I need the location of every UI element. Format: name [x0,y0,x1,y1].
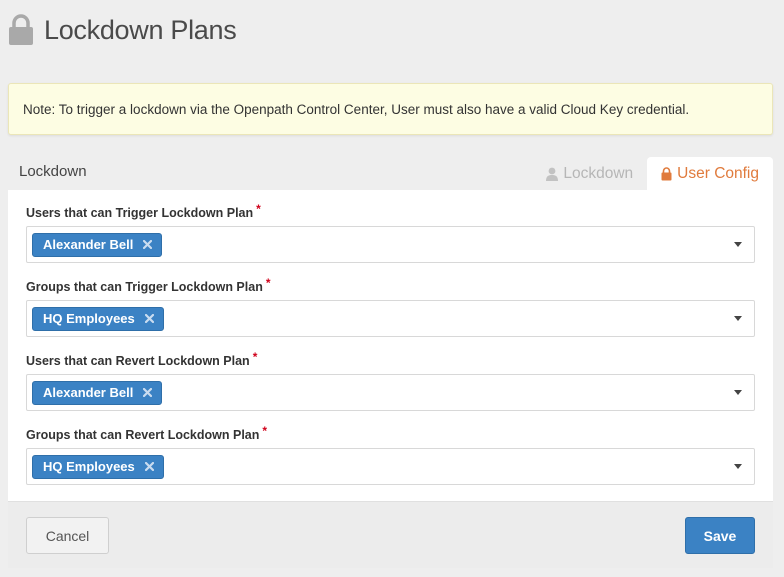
user-icon [546,167,559,181]
save-button[interactable]: Save [685,517,755,554]
users-trigger-select[interactable]: Alexander Bell [26,226,755,263]
panel-title: Lockdown [19,163,87,180]
dropdown-caret-icon[interactable] [734,316,742,321]
config-card: Users that can Trigger Lockdown Plan * Al… [8,190,773,501]
required-marker: * [252,350,258,364]
dropdown-caret-icon[interactable] [734,464,742,469]
cancel-button[interactable]: Cancel [26,517,109,554]
chip-label: HQ Employees [43,311,135,326]
page-header: Lockdown Plans [8,12,237,48]
tab-user-config-label: User Config [677,164,759,182]
field-users-revert: Users that can Revert Lockdown Plan * Ale… [26,350,755,411]
field-label: Groups that can Revert Lockdown Plan * [26,424,268,442]
groups-revert-select[interactable]: HQ Employees [26,448,755,485]
remove-icon[interactable] [144,462,154,471]
field-users-trigger: Users that can Trigger Lockdown Plan * Al… [26,202,755,263]
remove-icon[interactable] [143,388,153,397]
chip-label: HQ Employees [43,459,135,474]
dropdown-caret-icon[interactable] [734,242,742,247]
dropdown-caret-icon[interactable] [734,390,742,395]
selected-chip: HQ Employees [32,306,164,331]
selected-chip: Alexander Bell [32,232,163,257]
field-label: Users that can Revert Lockdown Plan * [26,350,258,368]
lock-icon [9,14,33,45]
required-marker: * [256,202,261,216]
required-marker: * [262,424,268,438]
form-footer: Cancel Save [8,501,773,568]
lock-icon [661,166,672,180]
remove-icon[interactable] [143,240,153,249]
tab-user-config[interactable]: User Config [647,157,773,190]
field-label: Groups that can Trigger Lockdown Plan * [26,276,271,294]
tab-bar: Lockdown User Config [532,157,773,190]
users-revert-select[interactable]: Alexander Bell [26,374,755,411]
field-label: Users that can Trigger Lockdown Plan * [26,202,261,220]
field-groups-trigger: Groups that can Trigger Lockdown Plan * H… [26,276,755,337]
chip-label: Alexander Bell [43,237,134,252]
chip-label: Alexander Bell [43,385,134,400]
field-groups-revert: Groups that can Revert Lockdown Plan * HQ… [26,424,755,485]
note-banner: Note: To trigger a lockdown via the Open… [8,83,773,135]
groups-trigger-select[interactable]: HQ Employees [26,300,755,337]
remove-icon[interactable] [144,314,154,323]
tab-lockdown-label: Lockdown [563,164,634,182]
selected-chip: HQ Employees [32,454,164,479]
selected-chip: Alexander Bell [32,380,163,405]
note-text: Note: To trigger a lockdown via the Open… [23,101,690,117]
tab-lockdown[interactable]: Lockdown [532,157,647,190]
required-marker: * [265,276,271,290]
page-title: Lockdown Plans [44,14,237,45]
